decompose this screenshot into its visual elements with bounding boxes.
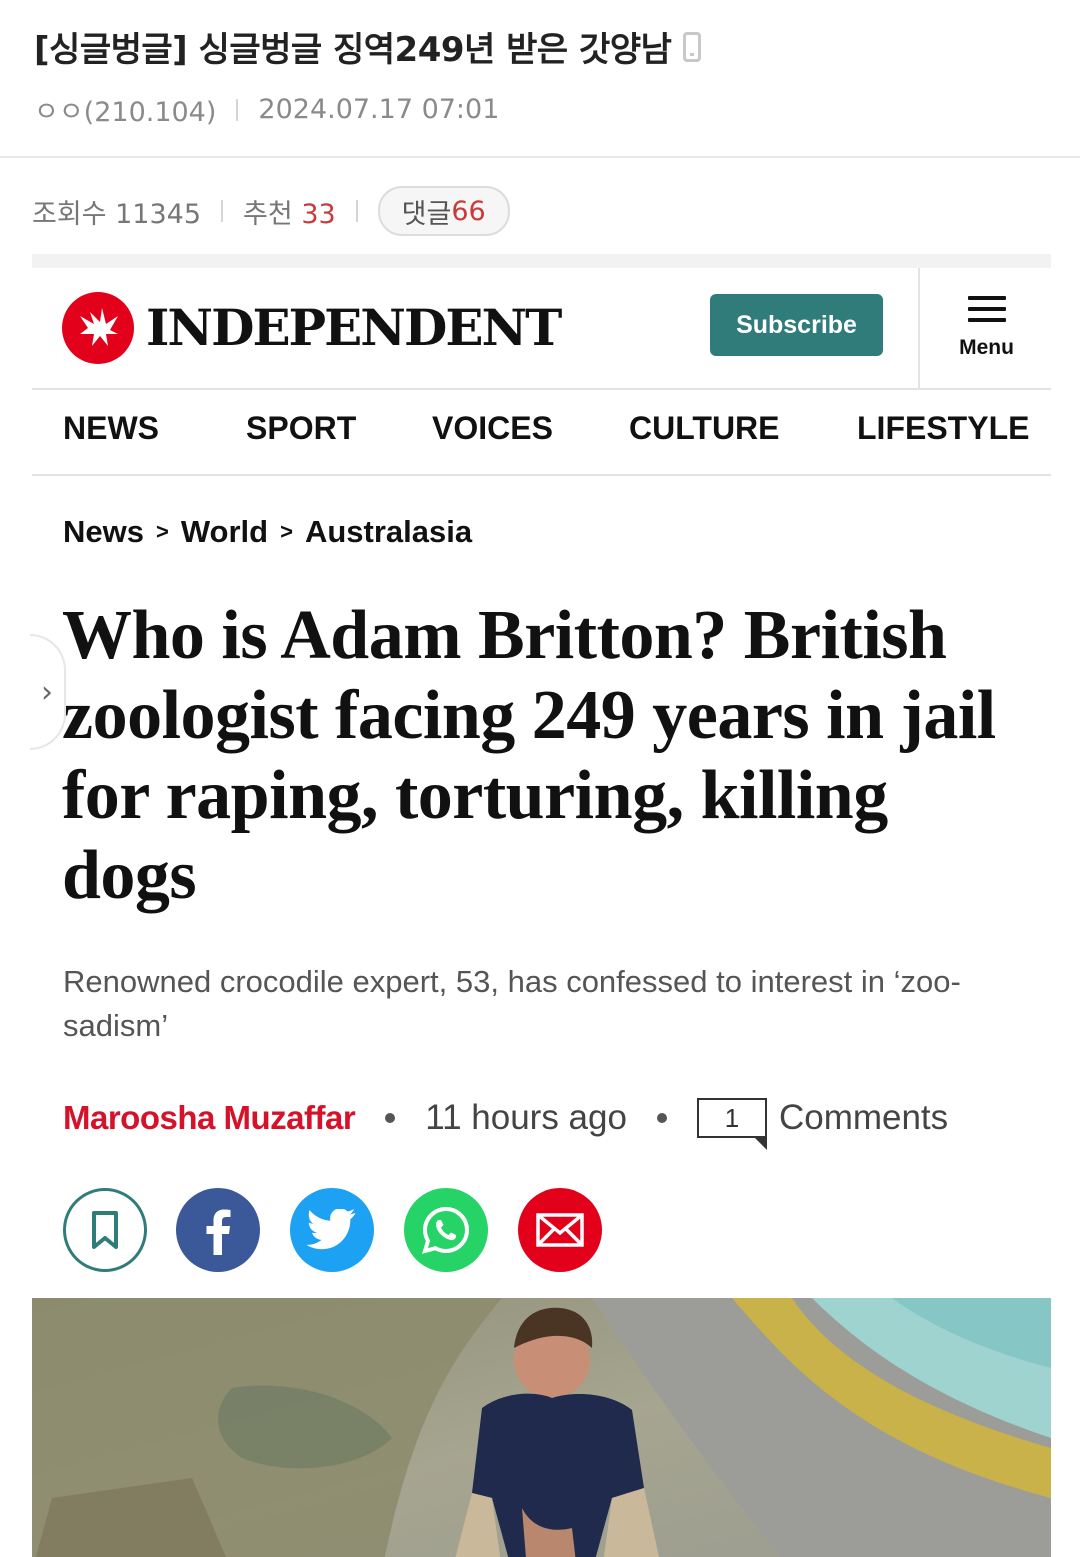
comments-label: 댓글 [401, 198, 452, 230]
site-logo-text[interactable]: INDEPENDENT [146, 298, 562, 357]
facebook-icon[interactable] [176, 1188, 260, 1272]
mobile-icon [683, 31, 702, 62]
post-stats: 조회수 11345 추천 33 댓글 66 [32, 186, 510, 236]
recommend-label: 추천 [243, 198, 293, 230]
section-nav: NEWS SPORT VOICES CULTURE LIFESTYLE [32, 388, 1051, 476]
nav-news[interactable]: NEWS [63, 410, 159, 447]
divider-dot [656, 1113, 667, 1123]
nav-culture[interactable]: CULTURE [629, 410, 780, 447]
breadcrumb: News > World > Australasia [63, 514, 472, 550]
email-icon[interactable] [518, 1188, 602, 1272]
breadcrumb-australasia[interactable]: Australasia [305, 514, 472, 550]
comments-button[interactable]: 댓글 66 [377, 186, 510, 236]
breadcrumb-world[interactable]: World [181, 514, 268, 550]
views-count: 11345 [115, 198, 202, 230]
article-hero-image[interactable] [32, 1298, 1051, 1557]
nav-lifestyle[interactable]: LIFESTYLE [857, 410, 1029, 447]
menu-button[interactable]: Menu [918, 268, 1051, 388]
divider [236, 98, 239, 121]
eagle-logo-icon[interactable] [62, 292, 134, 364]
comments-link[interactable]: Comments [779, 1098, 948, 1138]
comments-count: 66 [451, 195, 486, 227]
comment-bubble-icon[interactable]: 1 [696, 1098, 767, 1150]
post-header: [싱글벙글] 싱글벙글 징역249년 받은 갓양남 ㅇㅇ(210.104) 20… [0, 0, 1080, 158]
post-date: 2024.07.17 07:01 [258, 94, 500, 125]
recommend-stat: 추천 33 [243, 192, 336, 231]
breadcrumb-separator: > [280, 519, 293, 544]
post-title-text: [싱글벙글] 싱글벙글 징역249년 받은 갓양남 [34, 30, 672, 70]
site-header: INDEPENDENT Subscribe Menu [32, 268, 1051, 390]
views-label: 조회수 [32, 198, 107, 230]
breadcrumb-news[interactable]: News [63, 514, 144, 550]
nav-sport[interactable]: SPORT [246, 410, 356, 447]
divider [355, 200, 358, 222]
article-standfirst: Renowned crocodile expert, 53, has confe… [63, 964, 961, 1043]
comment-count: 1 [724, 1102, 740, 1133]
article-headline: Who is Adam Britton? British zoologist f… [62, 597, 996, 914]
post-title: [싱글벙글] 싱글벙글 징역249년 받은 갓양남 [34, 22, 702, 71]
nav-voices[interactable]: VOICES [432, 410, 553, 447]
article-time: 11 hours ago [425, 1098, 627, 1137]
divider [221, 200, 224, 222]
views-stat: 조회수 11345 [32, 192, 201, 231]
article-screenshot: INDEPENDENT Subscribe Menu NEWS SPORT VO… [32, 254, 1051, 1557]
menu-label: Menu [959, 336, 1014, 359]
chevron-right-icon[interactable]: › [30, 634, 66, 750]
whatsapp-icon[interactable] [404, 1188, 488, 1272]
divider-dot [385, 1113, 396, 1123]
breadcrumb-separator: > [155, 519, 169, 544]
post-meta: ㅇㅇ(210.104) 2024.07.17 07:01 [34, 90, 499, 129]
article-byline: Maroosha Muzaffar 11 hours ago 1 Comment… [63, 1086, 948, 1150]
bookmark-icon[interactable] [63, 1188, 147, 1272]
subscribe-button[interactable]: Subscribe [710, 294, 883, 356]
article-author[interactable]: Maroosha Muzaffar [63, 1099, 356, 1137]
twitter-icon[interactable] [290, 1188, 374, 1272]
post-author[interactable]: ㅇㅇ(210.104) [34, 90, 216, 129]
recommend-count: 33 [301, 198, 336, 230]
hamburger-icon [968, 296, 1006, 322]
